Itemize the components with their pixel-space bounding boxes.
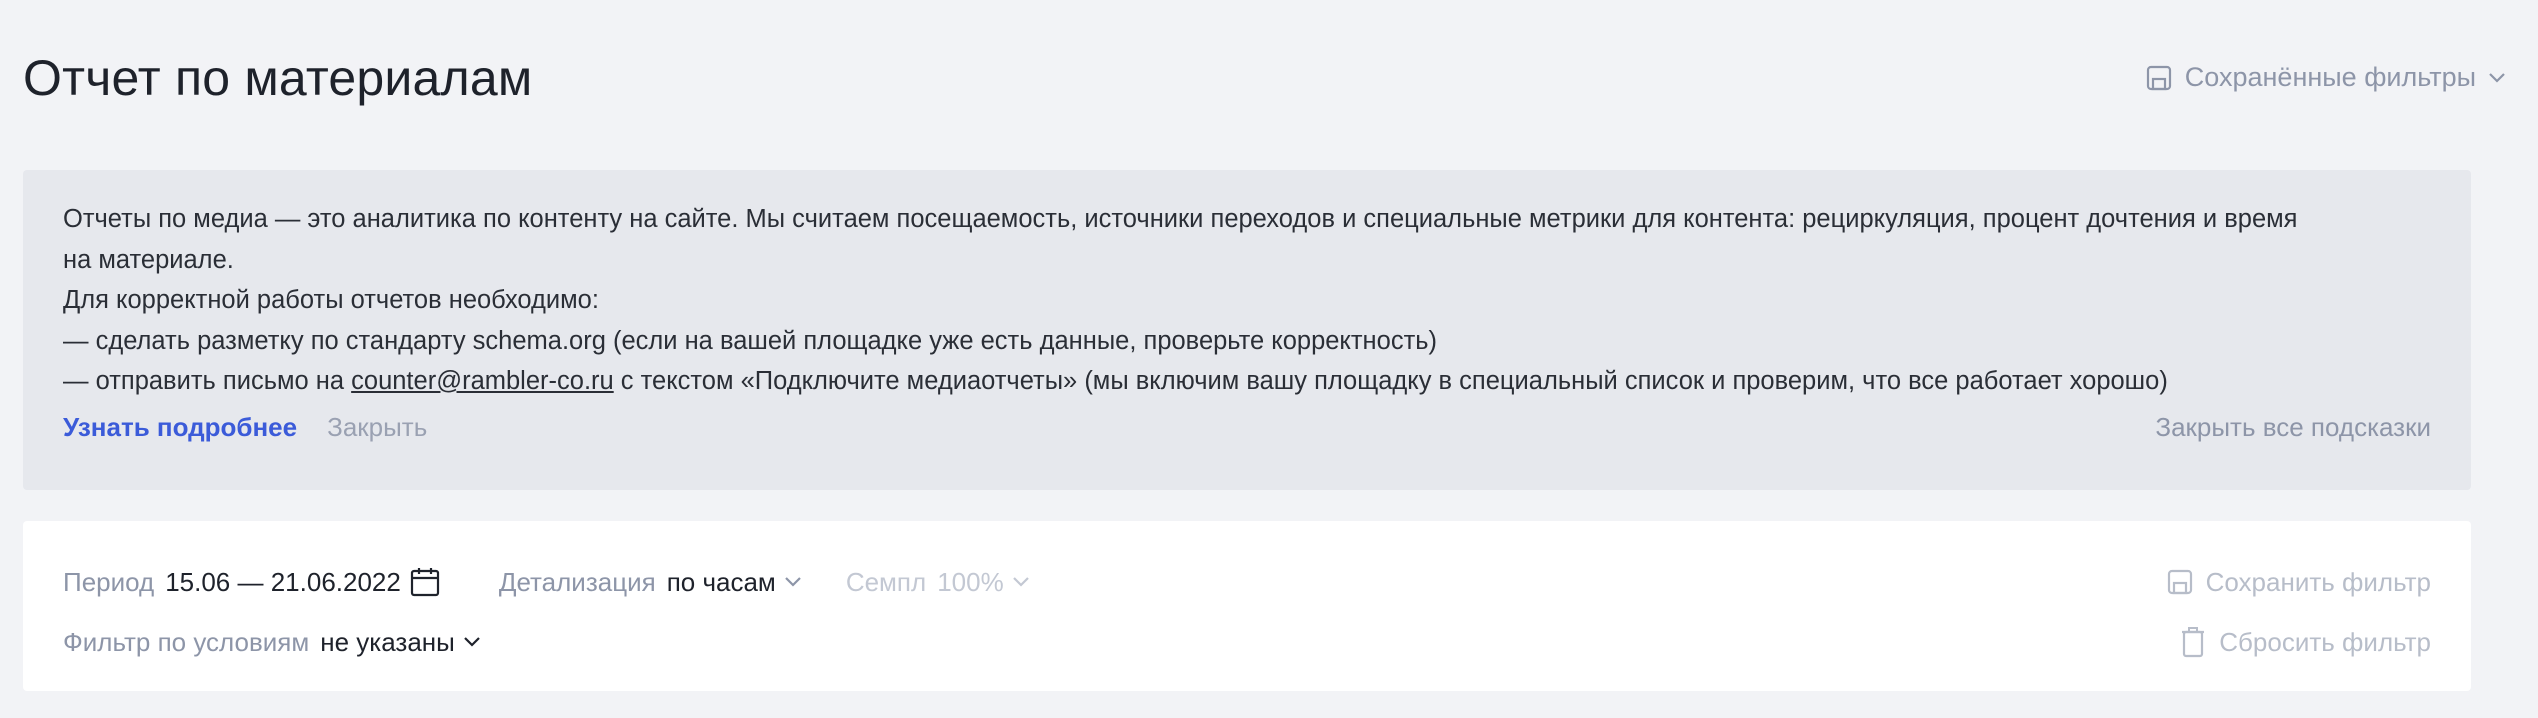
hint-line: Отчеты по медиа — это аналитика по конте… [63, 205, 2298, 233]
chevron-down-icon [2488, 72, 2506, 84]
chevron-down-icon [784, 576, 802, 588]
detail-group[interactable]: Детализация по часам [499, 567, 802, 598]
condition-value[interactable]: не указаны [320, 627, 455, 658]
floppy-disk-icon [2166, 568, 2194, 596]
reset-filter-button[interactable]: Сбросить фильтр [2179, 619, 2431, 665]
hint-line-prefix: — отправить письмо на [63, 367, 352, 395]
reset-filter-label: Сбросить фильтр [2219, 626, 2431, 657]
save-filter-label: Сохранить фильтр [2205, 566, 2431, 597]
hint-panel: Отчеты по медиа — это аналитика по конте… [23, 170, 2471, 490]
sample-group: Семпл 100% [846, 567, 1030, 598]
hint-line: Для корректной работы отчетов необходимо… [63, 286, 599, 314]
sample-label: Семпл [845, 566, 927, 597]
condition-label: Фильтр по условиям [63, 626, 310, 657]
learn-more-link[interactable]: Узнать подробнее [63, 412, 297, 443]
email-link[interactable]: counter@rambler-co.ru [351, 367, 614, 395]
hint-actions: Узнать подробнее Закрыть Закрыть все под… [63, 412, 2431, 443]
calendar-icon[interactable] [409, 566, 441, 598]
saved-filters-dropdown[interactable]: Сохранённые фильтры [2145, 62, 2506, 93]
chevron-down-icon [463, 636, 481, 648]
page-title: Отчет по материалам [23, 50, 533, 106]
close-hint-button[interactable]: Закрыть [327, 412, 427, 443]
period-label: Период [63, 566, 155, 597]
detail-label: Детализация [498, 566, 656, 597]
sample-value: 100% [937, 566, 1004, 597]
saved-filters-label: Сохранённые фильтры [2184, 62, 2476, 92]
hint-line: — сделать разметку по стандарту schema.o… [63, 326, 1438, 355]
trash-icon [2179, 626, 2207, 658]
hint-line-suffix: с текстом «Подключите медиаотчеты» (мы в… [613, 367, 2168, 395]
filters-row-conditions: Фильтр по условиям не указаны [63, 619, 481, 665]
hint-line-email: — отправить письмо на counter@rambler-co… [63, 361, 2431, 402]
save-filter-button[interactable]: Сохранить фильтр [2166, 559, 2431, 605]
filters-row-period: Период 15.06 — 21.06.2022 Детализация по… [63, 559, 1030, 605]
page: Отчет по материалам Сохранённые фильтры … [0, 0, 2538, 718]
close-all-hints-button[interactable]: Закрыть все подсказки [2155, 412, 2431, 443]
floppy-disk-icon [2145, 64, 2173, 92]
period-value[interactable]: 15.06 — 21.06.2022 [165, 567, 401, 598]
chevron-down-icon [1012, 576, 1030, 588]
detail-value[interactable]: по часам [667, 567, 776, 598]
hint-line: на материале. [63, 245, 234, 274]
filters-panel: Период 15.06 — 21.06.2022 Детализация по… [23, 521, 2471, 691]
hint-text: Отчеты по медиа — это аналитика по конте… [63, 199, 2431, 402]
